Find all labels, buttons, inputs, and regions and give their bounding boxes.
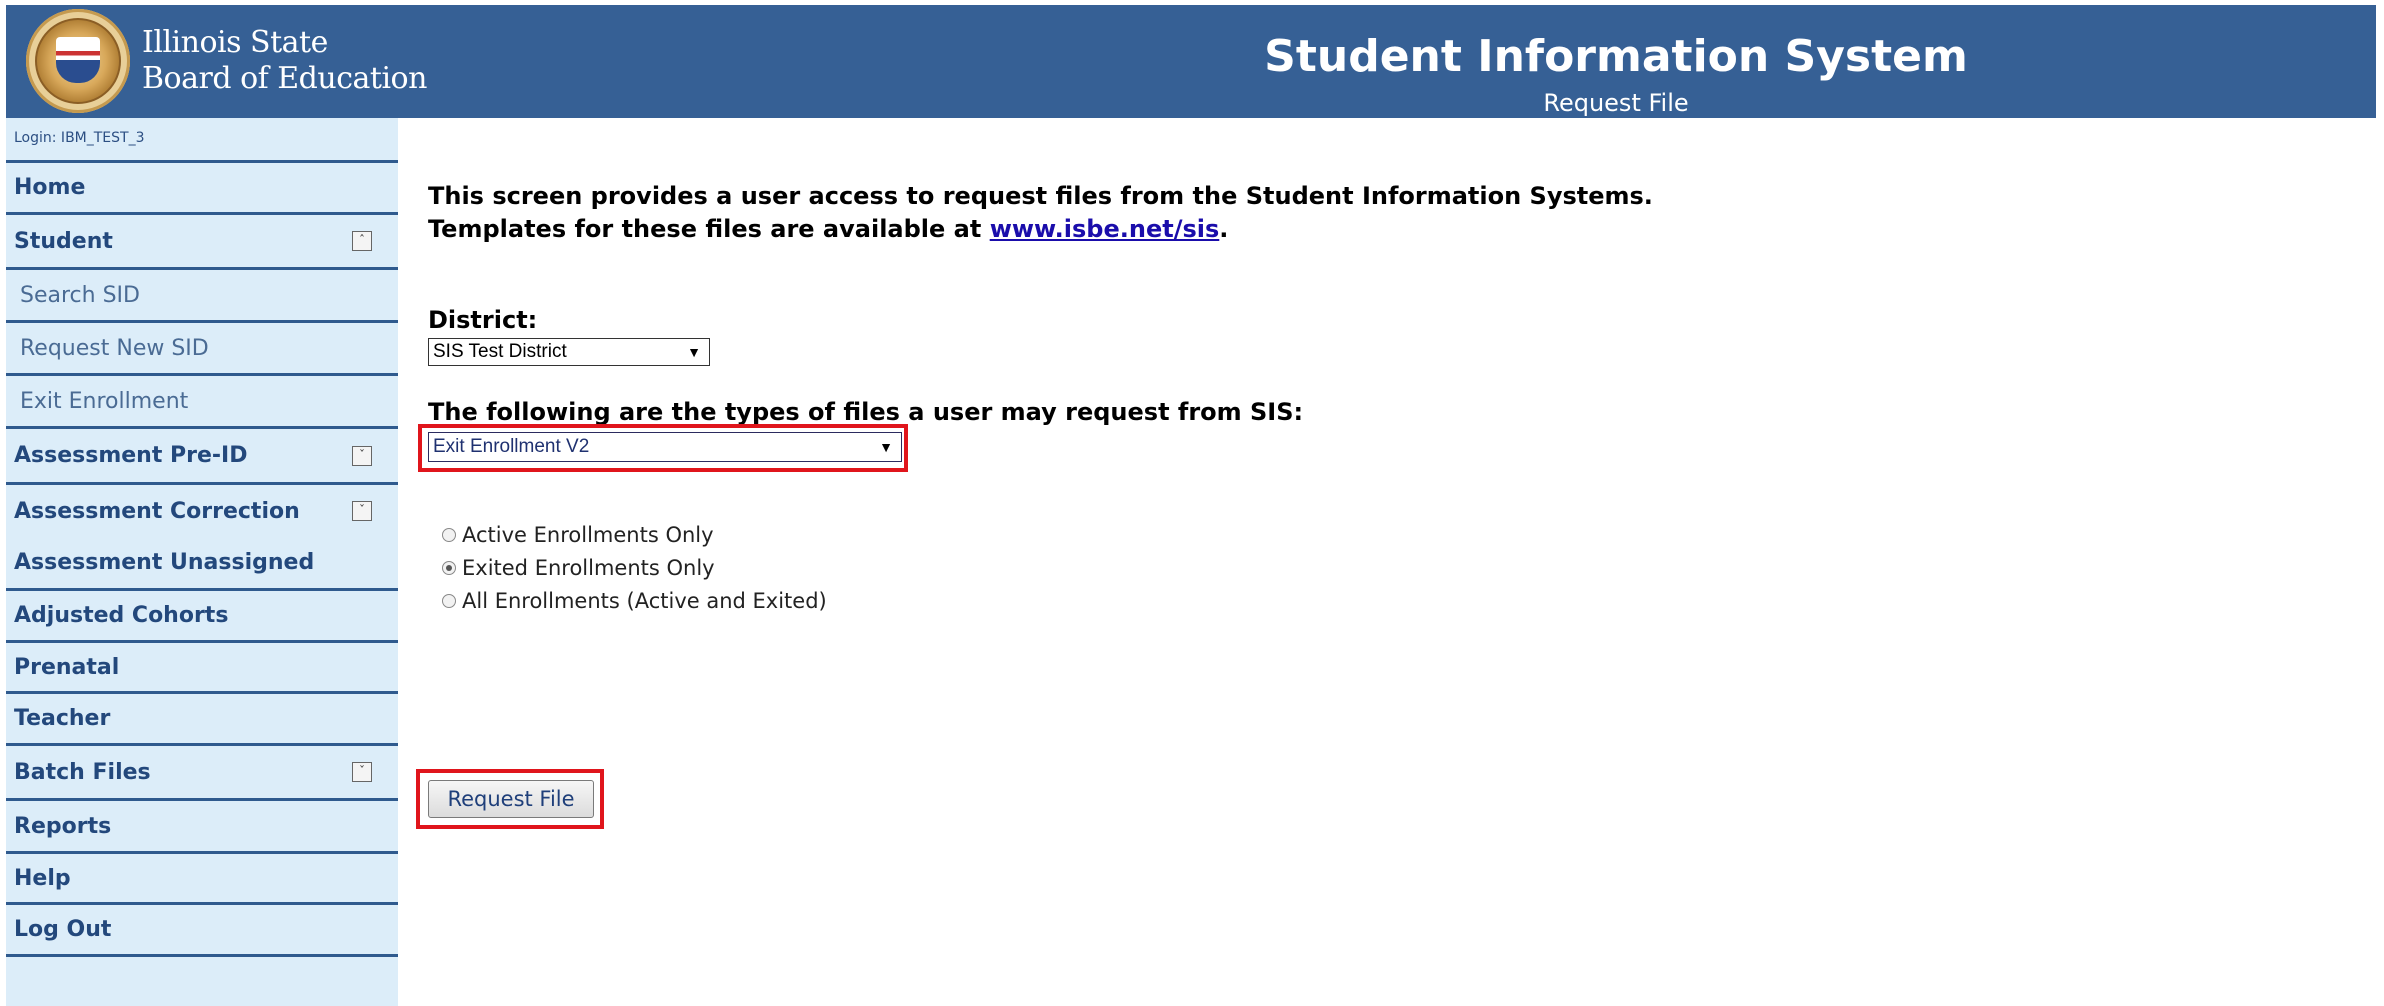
radio-active-enrollments[interactable]: Active Enrollments Only	[442, 523, 714, 547]
sidebar: Login: IBM_TEST_3 Home Student ˆ Search …	[6, 118, 398, 1006]
sidebar-item-label: Help	[14, 865, 71, 891]
sidebar-item-assessment-correction[interactable]: Assessment Correction ˇ	[6, 482, 398, 537]
district-select[interactable]: SIS Test District ▼	[428, 338, 710, 366]
sidebar-item-label: Teacher	[14, 706, 111, 731]
district-select-value: SIS Test District	[433, 341, 567, 362]
radio-label: Active Enrollments Only	[462, 523, 714, 547]
intro-text: This screen provides a user access to re…	[428, 180, 1653, 246]
intro-line2-suffix: .	[1219, 215, 1229, 243]
sidebar-item-reports[interactable]: Reports	[6, 798, 398, 851]
sidebar-item-label: Student	[14, 228, 113, 254]
sidebar-item-label: Exit Enrollment	[20, 388, 189, 414]
sidebar-item-assessment-unassigned[interactable]: Assessment Unassigned	[6, 537, 398, 588]
sidebar-item-teacher[interactable]: Teacher	[6, 691, 398, 743]
sidebar-item-label: Search SID	[20, 282, 140, 308]
sidebar-item-log-out[interactable]: Log Out	[6, 902, 398, 957]
sidebar-item-label: Assessment Unassigned	[14, 550, 315, 575]
expand-toggle-icon[interactable]: ˇ	[352, 501, 372, 521]
org-name: Illinois State Board of Education	[142, 25, 427, 97]
intro-line1: This screen provides a user access to re…	[428, 182, 1653, 210]
sidebar-item-assessment-pre-id[interactable]: Assessment Pre-ID ˇ	[6, 426, 398, 482]
sidebar-item-label: Assessment Correction	[14, 498, 300, 524]
sidebar-item-batch-files[interactable]: Batch Files ˇ	[6, 743, 398, 798]
radio-label: All Enrollments (Active and Exited)	[462, 589, 827, 613]
collapse-toggle-icon[interactable]: ˆ	[352, 231, 372, 251]
sidebar-item-prenatal[interactable]: Prenatal	[6, 640, 398, 691]
radio-label: Exited Enrollments Only	[462, 556, 715, 580]
dropdown-arrow-icon: ▼	[687, 344, 701, 360]
org-line2: Board of Education	[142, 61, 427, 96]
radio-button-selected-icon[interactable]	[442, 561, 456, 575]
seal-shield-icon	[56, 37, 100, 83]
sidebar-item-label: Assessment Pre-ID	[14, 443, 248, 468]
dropdown-arrow-icon: ▼	[879, 439, 893, 455]
sidebar-nav: Home Student ˆ Search SID Request New SI…	[6, 160, 398, 957]
expand-toggle-icon[interactable]: ˇ	[352, 445, 372, 466]
page-subtitle: Request File	[1543, 89, 1689, 117]
sidebar-item-help[interactable]: Help	[6, 851, 398, 902]
radio-exited-enrollments[interactable]: Exited Enrollments Only	[442, 556, 715, 580]
sidebar-item-label: Batch Files	[14, 759, 151, 785]
header-banner: Illinois State Board of Education Studen…	[6, 5, 2376, 118]
expand-toggle-icon[interactable]: ˇ	[352, 762, 372, 782]
org-line1: Illinois State	[142, 25, 328, 60]
sidebar-item-adjusted-cohorts[interactable]: Adjusted Cohorts	[6, 588, 398, 640]
sidebar-item-home[interactable]: Home	[6, 160, 398, 212]
radio-all-enrollments[interactable]: All Enrollments (Active and Exited)	[442, 589, 827, 613]
intro-line2-prefix: Templates for these files are available …	[428, 215, 990, 243]
sidebar-item-label: Reports	[14, 813, 112, 839]
main-content: This screen provides a user access to re…	[416, 118, 2368, 1006]
sidebar-item-search-sid[interactable]: Search SID	[6, 267, 398, 320]
intro-line2: Templates for these files are available …	[428, 213, 1653, 246]
sidebar-item-label: Home	[14, 175, 86, 200]
file-type-select-value: Exit Enrollment V2	[433, 436, 590, 457]
sidebar-item-request-new-sid[interactable]: Request New SID	[6, 320, 398, 373]
app-title: Student Information System	[1264, 31, 1968, 82]
radio-button-icon[interactable]	[442, 528, 456, 542]
templates-link[interactable]: www.isbe.net/sis	[990, 215, 1220, 243]
file-types-label: The following are the types of files a u…	[428, 398, 1304, 426]
sidebar-item-label: Request New SID	[20, 335, 209, 361]
login-label: Login: IBM_TEST_3	[14, 130, 145, 146]
file-type-select[interactable]: Exit Enrollment V2 ▼	[428, 432, 902, 462]
sidebar-item-label: Prenatal	[14, 654, 120, 680]
radio-button-icon[interactable]	[442, 594, 456, 608]
sidebar-item-exit-enrollment[interactable]: Exit Enrollment	[6, 373, 398, 426]
sidebar-item-label: Log Out	[14, 917, 112, 942]
sidebar-item-student[interactable]: Student ˆ	[6, 212, 398, 267]
state-seal-icon	[26, 9, 130, 113]
request-file-button[interactable]: Request File	[428, 780, 594, 818]
sidebar-item-label: Adjusted Cohorts	[14, 603, 229, 628]
district-label: District:	[428, 306, 538, 334]
